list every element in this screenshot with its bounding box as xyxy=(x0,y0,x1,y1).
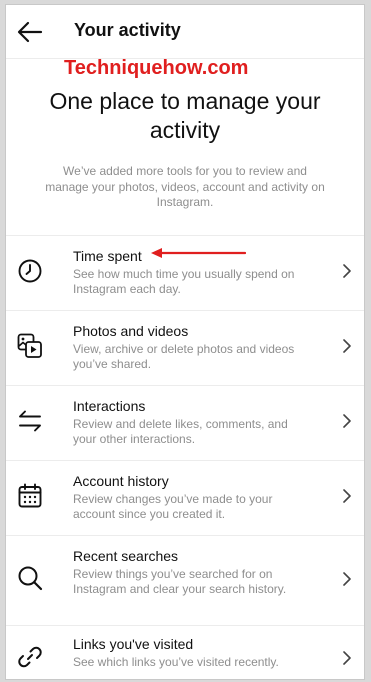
link-icon xyxy=(18,646,42,668)
chevron-right-icon xyxy=(343,572,351,586)
item-subtitle: Review things you’ve searched for on Ins… xyxy=(73,567,287,596)
header-bar: Your activity xyxy=(6,5,364,59)
search-icon xyxy=(18,566,43,591)
chevron-right-icon xyxy=(343,489,351,503)
item-subtitle: See which links you’ve visited recently. xyxy=(73,655,279,669)
item-subtitle: View, archive or delete photos and video… xyxy=(73,342,295,371)
item-title: Account history xyxy=(73,473,169,489)
headline-line-1: One place to manage your xyxy=(49,88,321,114)
headline: One place to manage your activity xyxy=(6,87,364,145)
annotation-arrow-icon xyxy=(151,248,246,258)
item-subtitle: Review changes you’ve made to your accou… xyxy=(73,492,273,521)
list-item-account-history[interactable]: Account history Review changes you’ve ma… xyxy=(6,461,364,536)
calendar-icon xyxy=(18,483,42,508)
activity-screen: Your activity Techniquehow.com One place… xyxy=(5,4,365,680)
chevron-right-icon xyxy=(343,264,351,278)
interactions-arrows-icon xyxy=(19,410,41,432)
arrow-left-icon[interactable] xyxy=(16,18,44,46)
item-title: Interactions xyxy=(73,398,146,414)
item-subtitle: Review and delete likes, comments, and y… xyxy=(73,417,288,446)
item-subtitle: See how much time you usually spend on I… xyxy=(73,267,295,296)
list-item-interactions[interactable]: Interactions Review and delete likes, co… xyxy=(6,386,364,461)
chevron-right-icon xyxy=(343,414,351,428)
list-item-links-visited[interactable]: Links you've visited See which links you… xyxy=(6,626,364,679)
description-text: We’ve added more tools for you to review… xyxy=(45,164,325,209)
watermark-text: Techniquehow.com xyxy=(64,57,249,79)
chevron-right-icon xyxy=(343,339,351,353)
headline-line-2: activity xyxy=(149,117,221,143)
clock-icon xyxy=(18,259,42,283)
item-title: Recent searches xyxy=(73,548,179,564)
page-title: Your activity xyxy=(74,20,181,40)
list-item-photos-videos[interactable]: Photos and videos View, archive or delet… xyxy=(6,311,364,386)
list-item-recent-searches[interactable]: Recent searches Review things you’ve sea… xyxy=(6,536,364,626)
photos-videos-icon xyxy=(17,333,42,358)
item-title: Links you've visited xyxy=(73,636,194,652)
item-title: Time spent xyxy=(73,248,142,264)
chevron-right-icon xyxy=(343,651,351,665)
activity-list: Time spent See how much time you usually… xyxy=(6,236,364,679)
item-title: Photos and videos xyxy=(73,323,189,339)
